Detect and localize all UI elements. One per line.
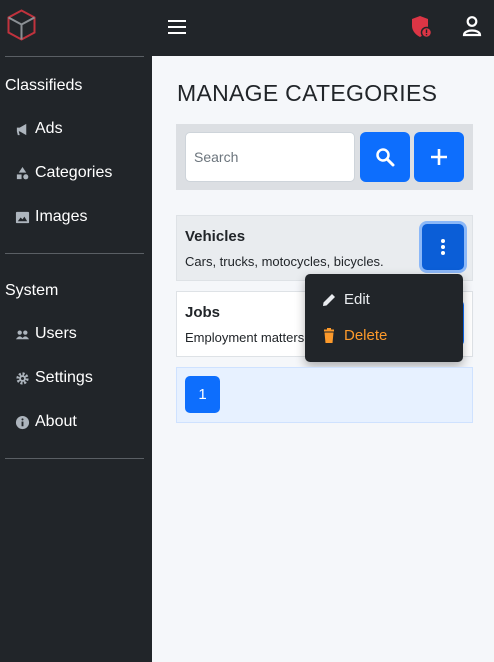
category-title: Vehicles (185, 228, 246, 245)
trash-icon (321, 327, 337, 344)
sidebar-item-label: About (35, 413, 77, 430)
add-category-button[interactable] (414, 132, 464, 182)
sidebar-item-about[interactable]: About (14, 413, 77, 431)
megaphone-icon (14, 121, 30, 137)
page-button[interactable]: 1 (185, 376, 220, 413)
app: Classifieds Ads Categories Images System (0, 0, 494, 662)
user-icon[interactable] (462, 15, 482, 37)
sidebar-divider (5, 56, 144, 57)
menu-item-label: Edit (344, 291, 370, 308)
pencil-icon (321, 292, 337, 308)
menu-item-label: Delete (344, 327, 388, 344)
category-actions-button[interactable] (422, 224, 464, 270)
sidebar-item-images[interactable]: Images (14, 208, 87, 226)
users-icon (14, 326, 30, 342)
topbar (152, 0, 494, 56)
sidebar-item-label: Images (35, 208, 88, 225)
hamburger-icon[interactable] (167, 17, 187, 37)
sidebar-item-label: Settings (35, 369, 93, 386)
sidebar-item-label: Ads (35, 120, 63, 137)
sidebar-divider (5, 458, 144, 459)
page-title: MANAGE CATEGORIES (177, 80, 438, 106)
sidebar-item-users[interactable]: Users (14, 325, 77, 343)
shapes-icon (14, 165, 30, 181)
shield-alert-icon[interactable] (411, 15, 433, 39)
gear-icon (14, 370, 30, 386)
info-icon (14, 414, 30, 430)
sidebar-item-settings[interactable]: Settings (14, 369, 93, 387)
category-title: Jobs (185, 304, 221, 321)
plus-icon (431, 149, 447, 165)
search-input[interactable] (185, 132, 355, 182)
sidebar-item-categories[interactable]: Categories (14, 164, 112, 182)
more-vertical-icon (441, 239, 445, 255)
sidebar-item-ads[interactable]: Ads (14, 120, 63, 138)
menu-item-edit[interactable]: Edit (321, 291, 370, 308)
sidebar-item-label: Categories (35, 164, 113, 181)
category-description: Cars, trucks, motocycles, bicycles. (185, 254, 384, 269)
sidebar-divider (5, 253, 144, 254)
menu-item-delete[interactable]: Delete (321, 327, 387, 344)
section-title-classifieds: Classifieds (5, 77, 83, 94)
image-icon (14, 209, 30, 225)
search-icon (376, 148, 395, 167)
category-description: Employment matters (185, 330, 305, 345)
search-button[interactable] (360, 132, 410, 182)
section-title-system: System (5, 282, 59, 299)
sidebar: Classifieds Ads Categories Images System (0, 0, 152, 662)
pagination (176, 367, 473, 423)
sidebar-item-label: Users (35, 325, 77, 342)
cube-logo-icon[interactable] (7, 9, 36, 41)
category-actions-menu: Edit Delete (305, 274, 463, 362)
